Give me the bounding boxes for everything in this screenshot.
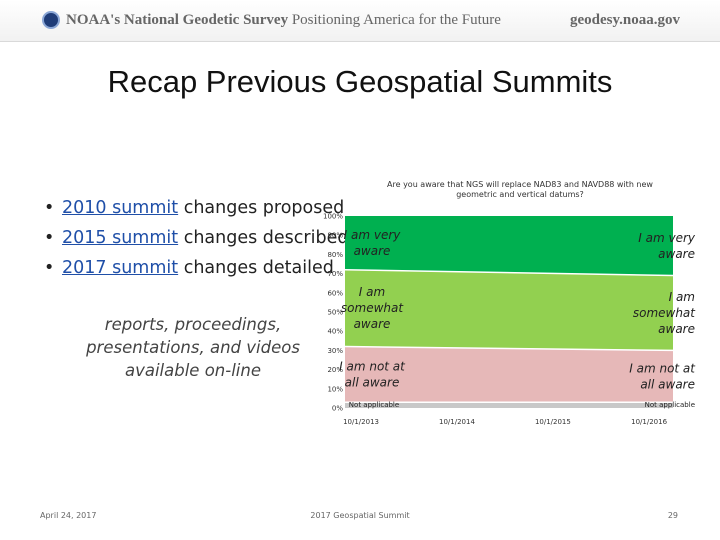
right-label: aware: [658, 322, 695, 336]
i-am-very-aware-area: [345, 216, 673, 276]
awareness-chart: Are you aware that NGS will replace NAD8…: [323, 180, 696, 426]
left-label: Not applicable: [349, 401, 399, 409]
y-tick-label: 10%: [327, 385, 343, 393]
left-label: aware: [354, 317, 391, 331]
left-label: all aware: [345, 375, 400, 389]
right-label: I am: [669, 290, 695, 304]
y-tick-label: 80%: [327, 251, 343, 259]
right-label: I am not at: [629, 361, 696, 375]
y-tick-label: 90%: [327, 232, 343, 240]
right-label: aware: [658, 247, 695, 261]
y-tick-label: 0%: [332, 405, 343, 413]
y-tick-label: 30%: [327, 347, 343, 355]
left-label: aware: [354, 244, 391, 258]
left-label: I am not at: [339, 359, 406, 373]
right-label: all aware: [640, 377, 695, 391]
right-label: Not applicable: [645, 401, 695, 409]
y-tick-label: 40%: [327, 328, 343, 336]
x-tick-label: 10/1/2014: [439, 418, 475, 426]
footer-event: 2017 Geospatial Summit: [310, 511, 410, 520]
left-label: somewhat: [341, 301, 404, 315]
i-am-not-at-all-aware-area: [345, 346, 673, 403]
y-tick-label: 70%: [327, 270, 343, 278]
x-tick-label: 10/1/2013: [343, 418, 379, 426]
right-label: I am very: [638, 231, 696, 245]
left-label: I am: [359, 285, 385, 299]
chart-title: Are you aware that NGS will replace NAD8…: [387, 180, 653, 189]
chart-title: geometric and vertical datums?: [456, 190, 584, 199]
x-tick-label: 10/1/2016: [631, 418, 667, 426]
left-label: I am very: [344, 228, 402, 242]
y-tick-label: 60%: [327, 289, 343, 297]
y-tick-label: 100%: [323, 213, 343, 221]
x-tick-label: 10/1/2015: [535, 418, 571, 426]
right-label: somewhat: [633, 306, 696, 320]
page-number: 29: [667, 511, 678, 520]
